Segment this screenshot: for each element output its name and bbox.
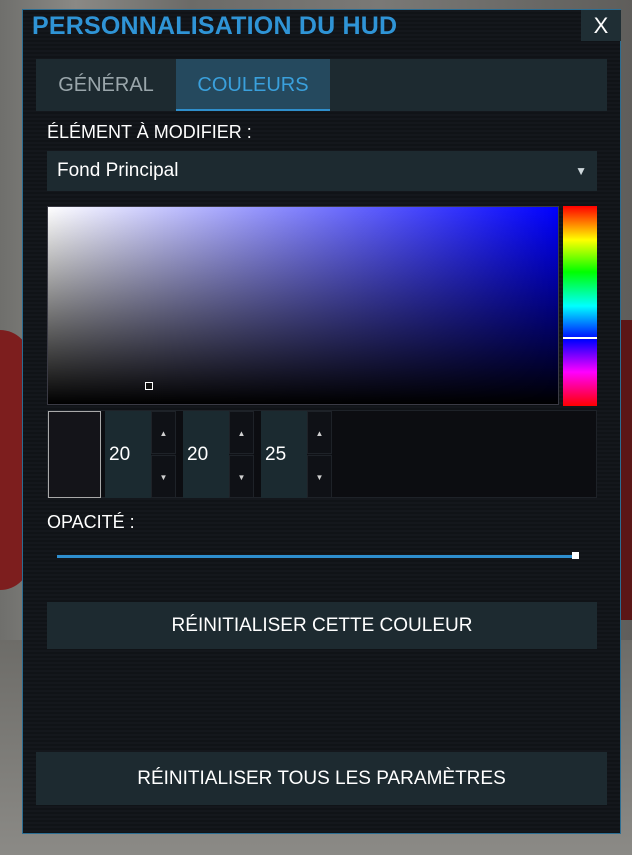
opacity-slider[interactable] xyxy=(57,555,576,558)
blue-stepper: ▲ ▼ xyxy=(307,411,332,498)
element-label: ÉLÉMENT À MODIFIER : xyxy=(47,122,252,142)
hud-customization-window: PERSONNALISATION DU HUD X GÉNÉRAL COULEU… xyxy=(22,9,621,834)
triangle-up-icon[interactable]: ▲ xyxy=(229,411,254,454)
rgb-input-row: 20 ▲ ▼ 20 ▲ ▼ 25 ▲ ▼ xyxy=(47,410,597,498)
hue-slider[interactable] xyxy=(563,206,597,406)
saturation-value-picker[interactable] xyxy=(47,206,559,405)
opacity-slider-handle[interactable] xyxy=(572,552,579,559)
triangle-down-icon[interactable]: ▼ xyxy=(229,455,254,498)
close-button[interactable]: X xyxy=(581,10,621,41)
chevron-down-icon: ▼ xyxy=(575,164,587,178)
triangle-up-icon[interactable]: ▲ xyxy=(307,411,332,454)
triangle-up-icon[interactable]: ▲ xyxy=(151,411,176,454)
reset-color-button[interactable]: RÉINITIALISER CETTE COULEUR xyxy=(47,602,597,649)
element-select-value: Fond Principal xyxy=(57,160,179,181)
element-select[interactable]: Fond Principal ▼ xyxy=(47,151,597,191)
hue-slider-handle[interactable] xyxy=(563,337,597,339)
tab-general[interactable]: GÉNÉRAL xyxy=(36,59,176,111)
red-stepper: ▲ ▼ xyxy=(151,411,176,498)
green-stepper: ▲ ▼ xyxy=(229,411,254,498)
triangle-down-icon[interactable]: ▼ xyxy=(307,455,332,498)
green-value-input[interactable]: 20 xyxy=(183,411,229,498)
red-value-input[interactable]: 20 xyxy=(105,411,151,498)
tab-colors[interactable]: COULEURS xyxy=(176,59,330,111)
triangle-down-icon[interactable]: ▼ xyxy=(151,455,176,498)
picker-cursor[interactable] xyxy=(145,382,153,390)
blue-value-input[interactable]: 25 xyxy=(261,411,307,498)
tab-bar: GÉNÉRAL COULEURS xyxy=(36,59,607,111)
opacity-label: OPACITÉ : xyxy=(47,512,135,532)
window-title: PERSONNALISATION DU HUD xyxy=(32,12,398,40)
reset-all-button[interactable]: RÉINITIALISER TOUS LES PARAMÈTRES xyxy=(36,752,607,805)
color-preview-swatch xyxy=(48,411,101,498)
